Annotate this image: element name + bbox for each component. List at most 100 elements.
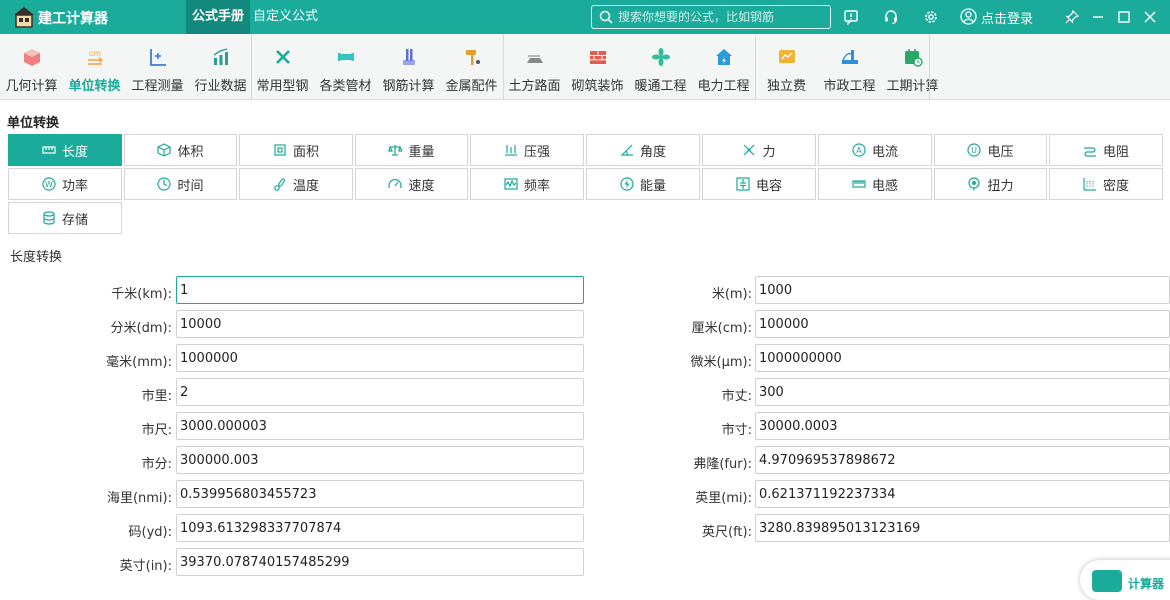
unit-category-label: 角度 xyxy=(639,144,666,160)
voltage-icon: U xyxy=(967,143,982,157)
tab-custom-formula[interactable]: 自定义公式 xyxy=(247,0,324,34)
unit-category-angle[interactable]: 角度 xyxy=(586,134,700,166)
unit-field-input[interactable] xyxy=(176,412,584,440)
unit-category-scale[interactable]: 重量 xyxy=(355,134,468,166)
svg-text:A: A xyxy=(856,146,862,155)
toolbar-item-fan[interactable]: 暖通工程 xyxy=(629,34,692,100)
rebar-icon xyxy=(403,49,415,65)
speed-icon xyxy=(388,179,403,189)
pin-icon[interactable] xyxy=(1064,9,1080,25)
unit-category-current[interactable]: A 电流 xyxy=(818,134,932,166)
unit-category-label: 电压 xyxy=(987,144,1014,160)
unit-field-input[interactable] xyxy=(755,412,1170,440)
unit-category-content: 温度 xyxy=(240,169,352,199)
brick-icon xyxy=(590,51,606,64)
unit-field-label: 厘米(cm): xyxy=(691,321,752,336)
toolbar-item-bar-chart[interactable]: 行业数据 xyxy=(189,34,252,100)
power-icon: W xyxy=(42,177,56,191)
inductor-icon xyxy=(852,180,866,188)
toolbar-divider xyxy=(755,34,756,100)
unit-field-input[interactable] xyxy=(176,276,584,304)
unit-category-content: 面积 xyxy=(240,135,352,165)
toolbar-item-unit-convert[interactable]: cm 单位转换 xyxy=(63,34,126,100)
svg-text:U: U xyxy=(972,146,978,155)
toolbar-item-wrench[interactable]: 常用型钢 xyxy=(251,34,314,100)
unit-category-density[interactable]: 密度 xyxy=(1049,168,1163,200)
unit-category-thermometer[interactable]: 温度 xyxy=(239,168,353,200)
minimize-icon[interactable] xyxy=(1090,9,1106,25)
unit-category-capacitor[interactable]: 电容 xyxy=(702,168,816,200)
search-box[interactable] xyxy=(591,5,831,29)
unit-field-input[interactable] xyxy=(176,480,584,508)
unit-field-input[interactable] xyxy=(176,310,584,338)
frequency-icon xyxy=(504,178,518,190)
unit-category-content: 力 xyxy=(703,135,815,165)
unit-field-input[interactable] xyxy=(755,344,1170,372)
toolbar-item-brick[interactable]: 砌筑装饰 xyxy=(566,34,629,100)
unit-category-inductor[interactable]: 电感 xyxy=(818,168,932,200)
unit-category-content: 重量 xyxy=(356,135,467,165)
unit-category-resistance[interactable]: 电阻 xyxy=(1049,134,1163,166)
unit-field-label: 英寸(in): xyxy=(119,559,172,574)
toolbar-item-fee[interactable]: 独立费 xyxy=(755,34,818,100)
search-input[interactable] xyxy=(618,8,826,26)
toolbar-item-label: 独立费 xyxy=(766,79,806,94)
area-icon xyxy=(274,144,286,156)
unit-category-content: 能量 xyxy=(587,169,699,199)
unit-category-content: 频率 xyxy=(471,169,583,199)
toolbar-item-road[interactable]: 土方路面 xyxy=(503,34,566,100)
unit-category-ruler[interactable]: 长度 xyxy=(8,134,122,166)
unit-category-content: 体积 xyxy=(125,135,236,165)
unit-category-area[interactable]: 面积 xyxy=(239,134,353,166)
unit-category-torque[interactable]: 扭力 xyxy=(934,168,1047,200)
unit-field-input[interactable] xyxy=(755,480,1170,508)
toolbar-item-calendar[interactable]: 工期计算 xyxy=(881,34,944,100)
toolbar-item-pipe[interactable]: 各类管材 xyxy=(314,34,377,100)
gear-icon[interactable] xyxy=(923,9,939,25)
unit-category-energy[interactable]: 能量 xyxy=(586,168,700,200)
unit-field-label: 英里(mi): xyxy=(695,491,752,506)
unit-field-input[interactable] xyxy=(176,548,584,576)
unit-category-content: 存储 xyxy=(9,203,121,233)
unit-category-clock[interactable]: 时间 xyxy=(124,168,237,200)
unit-field-label: 市里: xyxy=(141,389,172,404)
toolbar-item-house-power[interactable]: 电力工程 xyxy=(692,34,755,100)
unit-field-label: 弗隆(fur): xyxy=(693,457,752,472)
close-icon[interactable] xyxy=(1142,9,1158,25)
unit-field-input[interactable] xyxy=(176,446,584,474)
unit-field-input[interactable] xyxy=(755,446,1170,474)
maximize-icon[interactable] xyxy=(1116,9,1132,25)
converter-title: 长度转换 xyxy=(10,250,63,265)
unit-category-speed[interactable]: 速度 xyxy=(355,168,468,200)
unit-category-content: 电感 xyxy=(819,169,931,199)
tab-formula-manual[interactable]: 公式手册 xyxy=(186,0,251,34)
unit-category-label: 面积 xyxy=(292,144,319,160)
toolbar-item-axis-measure[interactable]: 工程测量 xyxy=(126,34,189,100)
unit-category-volume[interactable]: 体积 xyxy=(124,134,237,166)
unit-field-input[interactable] xyxy=(176,514,584,542)
pressure-icon xyxy=(504,145,517,156)
unit-category-power[interactable]: W 功率 xyxy=(8,168,122,200)
current-icon: A xyxy=(852,143,866,157)
feedback-icon[interactable] xyxy=(843,9,859,25)
unit-field-input[interactable] xyxy=(755,514,1170,542)
floating-calculator-button[interactable]: 计算器 xyxy=(1080,560,1170,600)
unit-category-pressure[interactable]: 压强 xyxy=(470,134,584,166)
unit-field-input[interactable] xyxy=(176,344,584,372)
headset-icon[interactable] xyxy=(883,9,899,25)
unit-category-voltage[interactable]: U 电压 xyxy=(934,134,1047,166)
unit-field-input[interactable] xyxy=(176,378,584,406)
unit-category-storage[interactable]: 存储 xyxy=(8,202,122,234)
unit-field-input[interactable] xyxy=(755,310,1170,338)
unit-field-input[interactable] xyxy=(755,378,1170,406)
unit-category-force[interactable]: 力 xyxy=(702,134,816,166)
floating-calculator-label: 计算器 xyxy=(1128,577,1165,591)
category-toolbar: 几何计算 cm 单位转换 工程测量 行业数据 常用型钢 各类管材 钢筋计算 金属配… xyxy=(0,34,1170,100)
toolbar-item-rebar[interactable]: 钢筋计算 xyxy=(377,34,440,100)
unit-field-input[interactable] xyxy=(755,276,1170,304)
ruler-icon xyxy=(42,146,56,154)
toolbar-item-bridge[interactable]: 市政工程 xyxy=(818,34,881,100)
toolbar-item-hammer[interactable]: 金属配件 xyxy=(440,34,503,100)
toolbar-item-cube[interactable]: 几何计算 xyxy=(0,34,63,100)
unit-category-frequency[interactable]: 频率 xyxy=(470,168,584,200)
